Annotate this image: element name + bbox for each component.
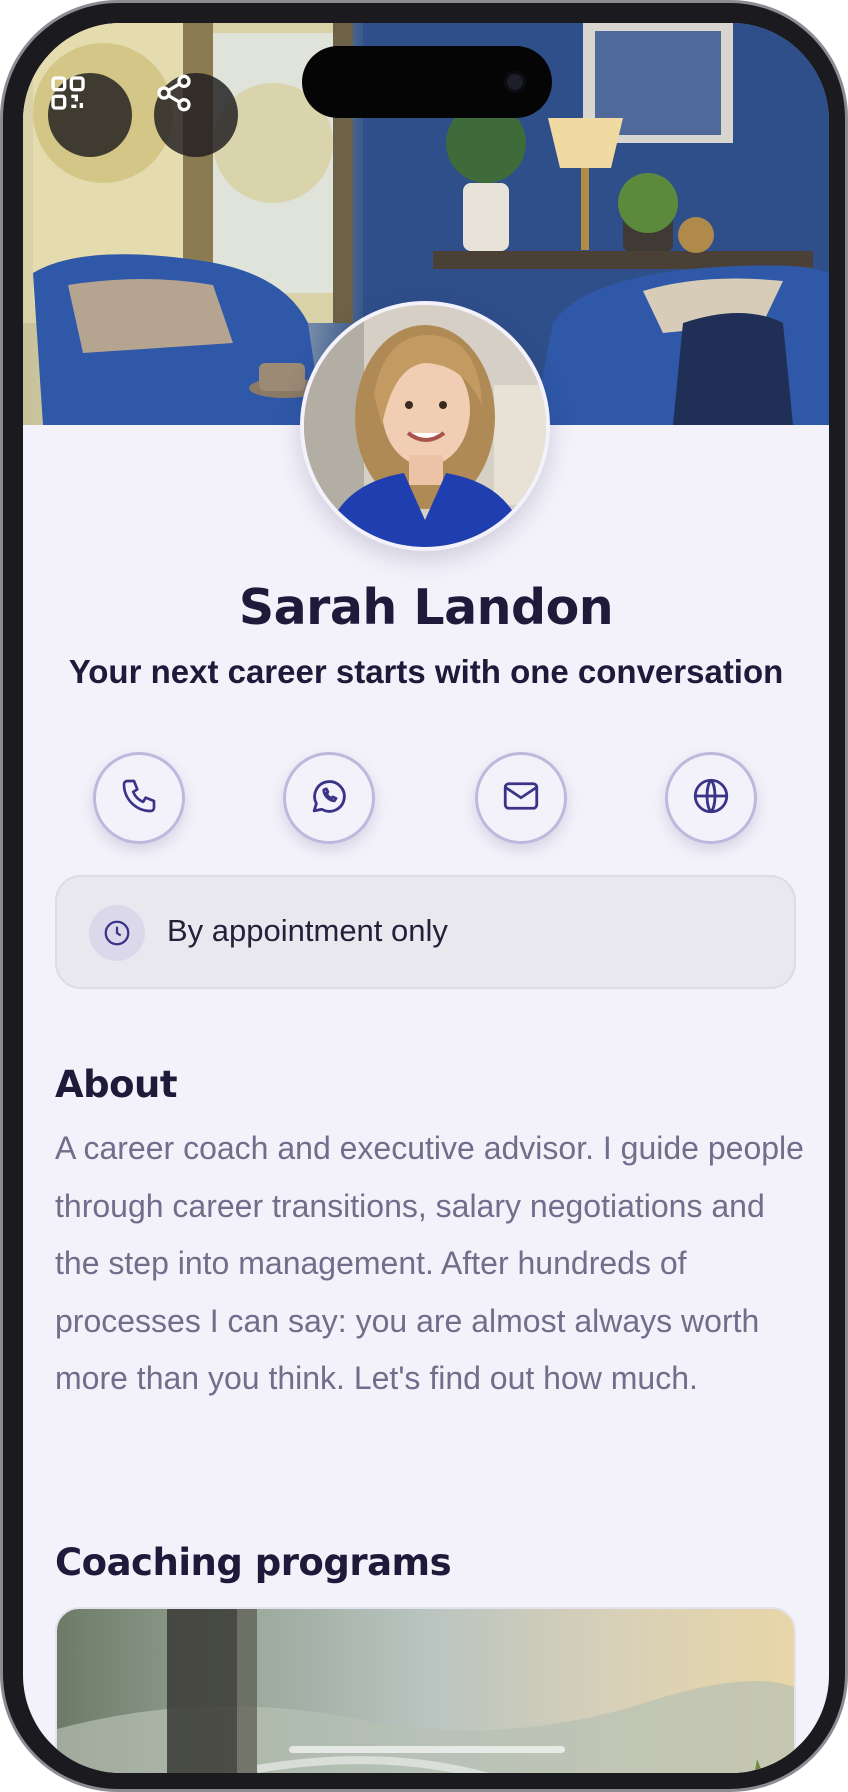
whatsapp-button[interactable] — [283, 752, 375, 844]
globe-icon — [690, 775, 732, 822]
home-indicator[interactable] — [289, 1746, 565, 1753]
avatar — [300, 301, 550, 551]
whatsapp-icon — [308, 775, 350, 822]
hours-label: By appointment only — [167, 913, 448, 948]
email-button[interactable] — [475, 752, 567, 844]
dynamic-island — [302, 46, 552, 118]
screen: Sarah Landon Your next career starts wit… — [23, 23, 829, 1773]
qr-code-button[interactable] — [48, 73, 132, 157]
profile-tagline: Your next career starts with one convers… — [68, 653, 784, 690]
camera — [504, 71, 526, 93]
hours-card: By appointment only — [55, 875, 796, 989]
phone-icon — [119, 776, 159, 821]
mail-icon — [500, 775, 542, 822]
clock-icon — [89, 905, 145, 961]
phone-frame: Sarah Landon Your next career starts wit… — [0, 0, 848, 1792]
programs-heading: Coaching programs — [55, 1541, 452, 1584]
profile-name: Sarah Landon — [238, 579, 614, 636]
share-button[interactable] — [154, 73, 238, 157]
about-heading: About — [55, 1063, 178, 1106]
phone-button[interactable] — [93, 752, 185, 844]
about-text: A career coach and executive advisor. I … — [55, 1130, 804, 1396]
website-button[interactable] — [665, 752, 757, 844]
